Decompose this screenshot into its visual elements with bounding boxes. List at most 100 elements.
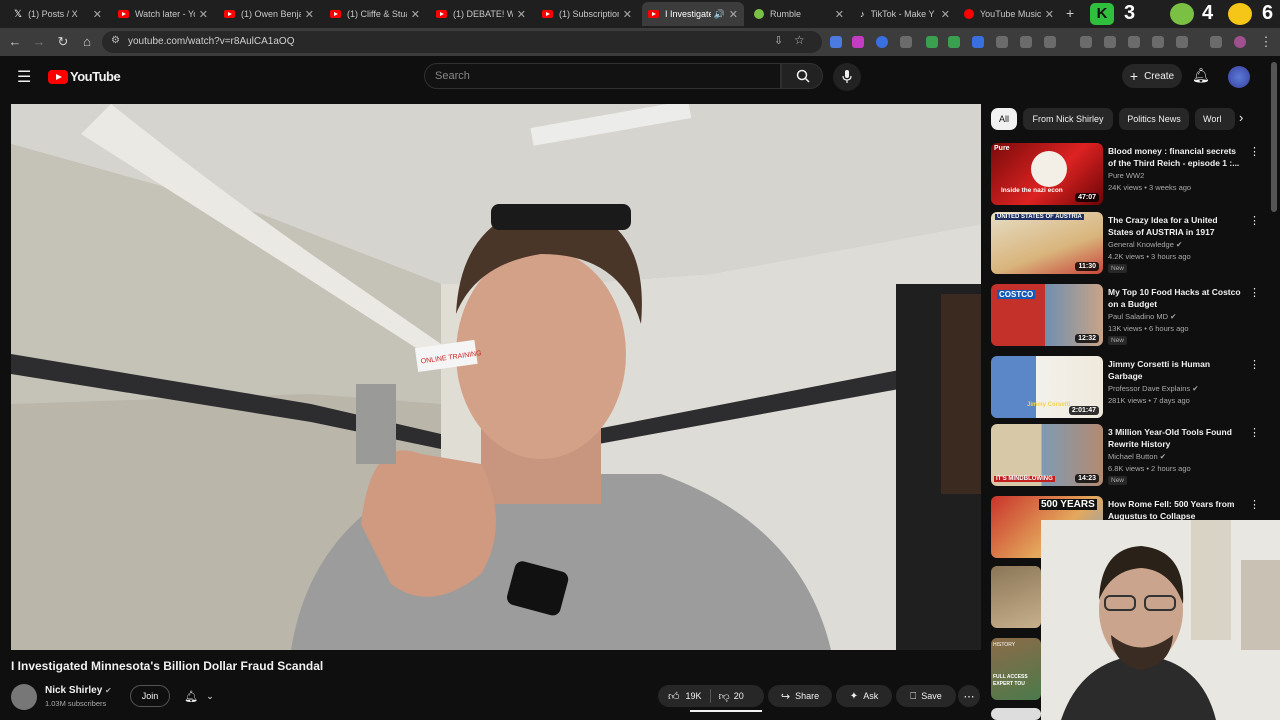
more-vertical-icon[interactable]: ⋮ — [1249, 286, 1260, 299]
more-vertical-icon[interactable]: ⋮ — [1249, 426, 1260, 439]
home-icon[interactable]: ⌂ — [79, 34, 95, 50]
recommended-video[interactable]: Jimmy Corsetti 2:01:47 Jimmy Corsetti is… — [991, 356, 1261, 420]
close-icon[interactable]: ✕ — [1045, 8, 1054, 21]
install-icon[interactable]: ⇩ — [774, 34, 783, 47]
video-thumbnail-partial[interactable]: HISTORY FULL ACCESS EXPERT TOU — [991, 638, 1041, 700]
channel-name[interactable]: Paul Saladino MD ✔ — [1108, 312, 1176, 321]
tab-rumble[interactable]: Rumble ✕ — [748, 2, 850, 26]
channel-name[interactable]: Professor Dave Explains ✔ — [1108, 384, 1199, 393]
extension-icon[interactable] — [948, 36, 960, 48]
thumbs-up-icon[interactable]: 👍︎ — [668, 690, 680, 703]
youtube-logo[interactable]: YouTube — [48, 69, 121, 84]
video-thumbnail-partial[interactable] — [991, 566, 1041, 628]
extension-icon[interactable] — [830, 36, 842, 48]
speaker-icon[interactable]: 🔊 — [714, 9, 725, 20]
tab-watch-later[interactable]: Watch later - Yo ✕ — [112, 2, 214, 26]
video-title[interactable]: My Top 10 Food Hacks at Costco on a Budg… — [1108, 286, 1243, 310]
thumbs-down-icon[interactable]: 👎︎ — [719, 690, 730, 703]
close-icon[interactable]: ✕ — [411, 8, 420, 21]
extension-icon[interactable] — [1020, 36, 1032, 48]
video-title[interactable]: Jimmy Corsetti is Human Garbage — [1108, 358, 1243, 382]
more-vertical-icon[interactable]: ⋮ — [1249, 214, 1260, 227]
notifications-bell-icon[interactable]: 🔔︎ — [1192, 67, 1210, 84]
video-thumbnail[interactable]: COSTCO 12:32 — [991, 284, 1103, 346]
video-thumbnail[interactable]: Jimmy Corsetti 2:01:47 — [991, 356, 1103, 418]
channel-name[interactable]: Pure WW2 — [1108, 171, 1144, 180]
video-title[interactable]: How Rome Fell: 500 Years from Augustus t… — [1108, 498, 1243, 522]
chip-world[interactable]: Worl — [1195, 108, 1235, 130]
hamburger-menu-icon[interactable]: ☰ — [17, 67, 31, 87]
extension-icon[interactable] — [900, 36, 912, 48]
extension-icon[interactable] — [852, 36, 864, 48]
close-icon[interactable]: ✕ — [305, 8, 314, 21]
video-thumbnail[interactable]: IT'S MINDBLOWING 14:23 — [991, 424, 1103, 486]
search-button[interactable] — [781, 63, 823, 89]
tab-current-video[interactable]: I Investigate 🔊 ✕ — [642, 2, 744, 26]
notification-settings-button[interactable]: 🔔︎ ⌄ — [175, 685, 223, 707]
tab-debate[interactable]: (1) DEBATE! Wh ✕ — [430, 2, 532, 26]
video-thumbnail[interactable]: Pure Inside the nazi econ 47:07 — [991, 143, 1103, 205]
join-button[interactable]: Join — [130, 685, 170, 707]
video-title[interactable]: The Crazy Idea for a United States of AU… — [1108, 214, 1243, 238]
close-icon[interactable]: ✕ — [941, 8, 950, 21]
history-icon[interactable] — [1080, 36, 1092, 48]
extension-icon[interactable] — [972, 36, 984, 48]
puzzle-icon[interactable] — [1044, 36, 1056, 48]
site-info-icon[interactable]: ⚙ — [111, 35, 120, 46]
back-icon[interactable]: ← — [7, 34, 23, 50]
channel-name[interactable]: Michael Button ✔ — [1108, 452, 1166, 461]
account-avatar[interactable] — [1228, 66, 1250, 88]
bookmark-star-icon[interactable]: ☆ — [794, 33, 805, 47]
more-vertical-icon[interactable]: ⋮ — [1249, 145, 1260, 158]
extension-icon[interactable] — [1104, 36, 1116, 48]
chip-politics-news[interactable]: Politics News — [1119, 108, 1189, 130]
close-icon[interactable]: ✕ — [517, 8, 526, 21]
video-thumbnail[interactable]: UNITED STATES OF AUSTRIA 11:30 — [991, 212, 1103, 274]
omnibox[interactable]: ⚙ youtube.com/watch?v=r8AulCA1aOQ ⇩ ☆ — [102, 31, 822, 53]
tab-posts-x[interactable]: 𝕏 (1) Posts / X ✕ — [8, 2, 108, 26]
share-button[interactable]: ↪ Share — [768, 685, 832, 707]
video-title[interactable]: 3 Million Year-Old Tools Found Rewrite H… — [1108, 426, 1243, 450]
recommended-video[interactable]: UNITED STATES OF AUSTRIA 11:30 The Crazy… — [991, 212, 1261, 276]
like-count[interactable]: 19K — [686, 691, 702, 701]
recommended-video[interactable]: COSTCO 12:32 My Top 10 Food Hacks at Cos… — [991, 284, 1261, 348]
reload-icon[interactable]: ↻ — [55, 34, 71, 50]
recommended-video[interactable]: Pure Inside the nazi econ 47:07 Blood mo… — [991, 143, 1261, 207]
cast-icon[interactable] — [1210, 36, 1222, 48]
close-icon[interactable]: ✕ — [729, 8, 738, 21]
menu-dots-icon[interactable]: ⋮ — [1258, 34, 1274, 50]
forward-icon[interactable]: → — [31, 34, 47, 50]
tab-youtube-music[interactable]: YouTube Music ✕ — [958, 2, 1060, 26]
sidebar-icon[interactable] — [1152, 36, 1164, 48]
chevron-right-icon[interactable]: › — [1239, 110, 1243, 125]
tab-tiktok[interactable]: ♪ TikTok - Make Y ✕ — [854, 2, 956, 26]
url-text[interactable]: youtube.com/watch?v=r8AulCA1aOQ — [128, 36, 294, 47]
channel-name[interactable]: General Knowledge ✔ — [1108, 240, 1182, 249]
profile-avatar-icon[interactable] — [1234, 36, 1246, 48]
close-icon[interactable]: ✕ — [623, 8, 632, 21]
more-vertical-icon[interactable]: ⋮ — [1249, 498, 1260, 511]
search-input[interactable]: Search — [424, 63, 781, 89]
download-icon[interactable] — [1176, 36, 1188, 48]
more-vertical-icon[interactable]: ⋮ — [1249, 358, 1260, 371]
video-title[interactable]: Blood money : financial secrets of the T… — [1108, 145, 1243, 169]
extension-icon[interactable] — [926, 36, 938, 48]
recommended-video[interactable]: IT'S MINDBLOWING 14:23 3 Million Year-Ol… — [991, 424, 1261, 488]
save-button[interactable]: ⎕ Save — [896, 685, 956, 707]
tab-owen-benjamin[interactable]: (1) Owen Benjan ✕ — [218, 2, 320, 26]
more-actions-button[interactable]: ⋯ — [958, 685, 980, 707]
new-tab-icon[interactable]: + — [1066, 5, 1074, 21]
scrollbar[interactable] — [1271, 62, 1277, 212]
chip-all[interactable]: All — [991, 108, 1017, 130]
devtools-icon[interactable] — [1128, 36, 1140, 48]
close-icon[interactable]: ✕ — [835, 8, 844, 21]
close-icon[interactable]: ✕ — [93, 8, 102, 21]
video-thumbnail-partial[interactable] — [991, 708, 1041, 720]
extension-icon[interactable] — [996, 36, 1008, 48]
tab-cliffe-stuart[interactable]: (1) Cliffe & Stua ✕ — [324, 2, 426, 26]
tab-subscriptions[interactable]: (1) Subscription ✕ — [536, 2, 638, 26]
channel-name[interactable]: Nick Shirley — [45, 685, 102, 696]
chip-from-channel[interactable]: From Nick Shirley — [1023, 108, 1113, 130]
voice-search-button[interactable] — [833, 63, 861, 91]
close-icon[interactable]: ✕ — [199, 8, 208, 21]
